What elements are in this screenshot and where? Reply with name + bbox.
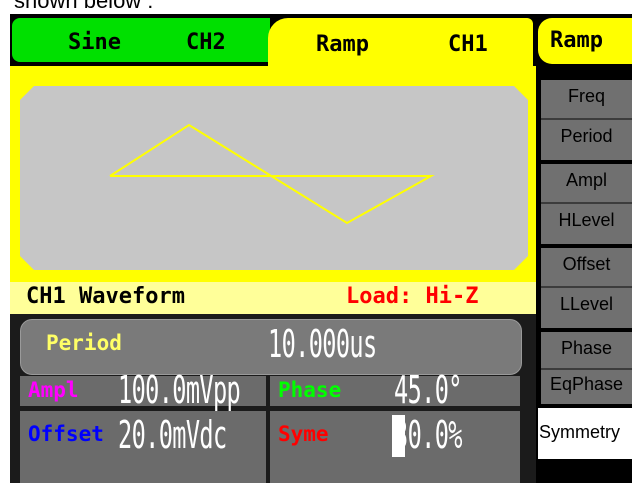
channel-waveform-title: CH1 Waveform (26, 284, 185, 309)
offset-label: Offset (28, 422, 104, 446)
softkey-divider (541, 368, 632, 370)
caption-text: shown below : (14, 0, 154, 13)
softkey-symmetry-label: Symmetry (539, 422, 620, 442)
softkey-symmetry[interactable]: Symmetry (538, 408, 632, 459)
phase-label: Phase (278, 378, 342, 402)
ampl-label: Ampl (28, 378, 79, 402)
tab-ch1-waveform: Ramp (316, 32, 369, 57)
tab-ch2-label: CH2 (186, 30, 226, 55)
softkey-period-label: Period (560, 126, 613, 146)
softkey-offset-llevel[interactable]: Offset LLevel (541, 248, 632, 328)
softkey-hlevel-label: HLevel (558, 210, 615, 230)
syme-value: 30.0% (394, 413, 462, 457)
period-value: 10.000us (268, 322, 377, 366)
syme-label: Syme (278, 422, 329, 446)
softkey-offset-label: Offset (562, 254, 611, 274)
softkey-freq-period[interactable]: Freq Period (541, 80, 632, 160)
menu-title: Ramp (538, 18, 632, 64)
load-status: Load: Hi-Z (346, 284, 479, 309)
menu-title-label: Ramp (550, 28, 603, 53)
softkey-phase-label: Phase (560, 338, 613, 358)
phase-value: 45.0° (394, 368, 462, 412)
offset-value: 20.0mVdc (118, 413, 227, 457)
softkey-freq-label: Freq (567, 86, 605, 106)
tab-ch1-label: CH1 (448, 32, 488, 57)
period-label: Period (46, 331, 122, 355)
softkey-divider (541, 202, 632, 204)
softkey-ampl-hlevel[interactable]: Ampl HLevel (541, 164, 632, 244)
softkey-phase-eqphase[interactable]: Phase EqPhase (541, 332, 632, 404)
tab-ch1[interactable] (268, 18, 533, 66)
softkey-eqphase-label: EqPhase (549, 374, 624, 394)
tab-ch2-waveform: Sine (68, 30, 121, 55)
ampl-value: 100.0mVpp (118, 368, 241, 412)
softkey-divider (541, 118, 632, 120)
softkey-divider (541, 286, 632, 288)
softkey-llevel-label: LLevel (559, 294, 614, 314)
tab-ch2[interactable] (12, 18, 270, 62)
softkey-ampl-label: Ampl (565, 170, 607, 190)
ramp-waveform-icon (109, 123, 435, 225)
